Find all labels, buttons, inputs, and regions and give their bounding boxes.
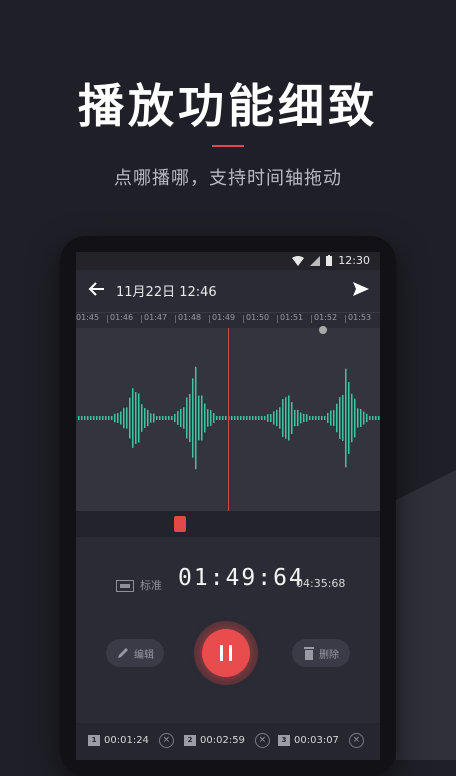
current-time: 01:49:64 [178,565,305,591]
timeline-tick: 01:45 [76,313,100,322]
mark-item[interactable]: 1 00:01:24 × [88,733,174,748]
hero-title: 播放功能细致 [78,79,378,133]
battery-icon [326,255,333,266]
pause-icon [220,645,232,661]
app-screen: 12:30 11月22日 12:46 01:45 01:46 01:47 01:… [76,252,380,760]
timeline-tick: 01:49 [208,313,236,323]
trash-icon [304,647,314,660]
scrub-handle[interactable] [174,516,186,532]
edit-button[interactable]: 编辑 [106,639,164,667]
status-time: 12:30 [338,254,370,267]
mark-pin-icon [319,326,327,334]
close-icon[interactable]: × [158,733,174,748]
timeline-ruler[interactable]: 01:45 01:46 01:47 01:48 01:49 01:50 01:5… [76,312,380,329]
mark-item[interactable]: 3 00:03:07 × [278,733,364,748]
flag-icon: 1 [88,735,100,746]
waveform-area[interactable] [76,326,380,511]
mark-item[interactable]: 2 00:02:59 × [184,733,270,748]
scrub-track[interactable] [76,511,380,537]
mark-time: 00:03:07 [294,735,339,746]
mark-time: 00:01:24 [104,735,149,746]
timeline-tick: 01:47 [140,313,168,323]
close-icon[interactable]: × [348,733,364,748]
timeline-tick: 01:48 [174,313,202,323]
recording-date: 11月22日 12:46 [116,285,217,300]
timeline-tick: 01:46 [106,313,134,323]
marks-bar: 1 00:01:24 × 2 00:02:59 × 3 00:03:07 × [76,723,380,760]
quality-label[interactable]: 标准 [140,577,162,593]
total-time: 04:35:68 [296,577,346,590]
hero-subtitle: 点哪播哪，支持时间轴拖动 [114,168,342,189]
delete-label: 删除 [319,649,339,661]
timeline-tick: 01:53 [344,313,372,323]
wifi-icon [292,255,305,266]
quality-icon [116,580,134,592]
send-icon[interactable] [352,280,370,298]
edit-label: 编辑 [134,649,154,661]
app-bar: 11月22日 12:46 [76,270,380,308]
close-icon[interactable]: × [254,733,270,748]
title-divider [212,145,244,147]
flag-icon: 3 [278,735,290,746]
mark-time: 00:02:59 [200,735,245,746]
timeline-tick: 01:52 [310,313,338,323]
pencil-icon [118,648,128,658]
timeline-tick: 01:51 [276,313,304,323]
timeline-tick: 01:50 [242,313,270,323]
signal-icon [310,255,321,266]
pause-button[interactable] [202,629,250,677]
flag-icon: 2 [184,735,196,746]
delete-button[interactable]: 删除 [292,639,350,667]
status-bar: 12:30 [76,252,380,270]
back-arrow-icon[interactable] [88,280,106,298]
playhead[interactable] [228,328,229,511]
